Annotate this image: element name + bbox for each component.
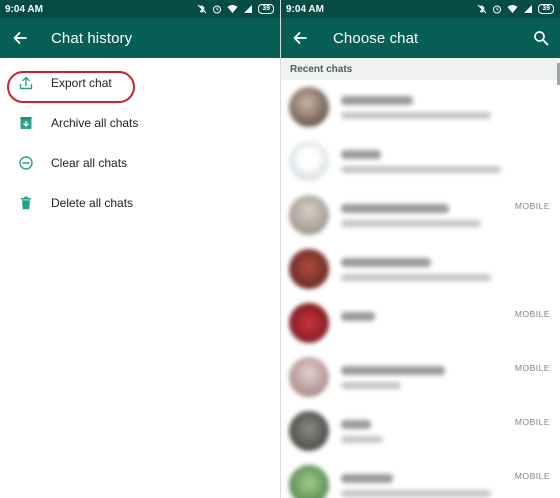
- chat-list: MOBILE MOBILE MOBILE MOBILE MOBILE: [281, 80, 560, 498]
- blurred-chat-preview: [341, 219, 481, 227]
- chat-row[interactable]: MOBILE: [281, 404, 560, 458]
- signal-icon: [524, 5, 533, 13]
- menu-item-archive-all-chats[interactable]: Archive all chats: [0, 103, 280, 143]
- back-arrow-icon: [293, 32, 307, 44]
- chat-text: [341, 95, 491, 119]
- blurred-chat-preview: [341, 111, 491, 119]
- blurred-chat-name: [341, 95, 413, 105]
- chat-text: [341, 203, 481, 227]
- blurred-chat-name: [341, 365, 445, 375]
- chat-row[interactable]: MOBILE: [281, 350, 560, 404]
- alarm-icon: [493, 5, 502, 14]
- section-header-recent-chats: Recent chats: [281, 58, 560, 80]
- menu-item-label: Clear all chats: [51, 156, 128, 170]
- blurred-chat-name: [341, 257, 431, 267]
- search-icon: [534, 31, 549, 46]
- chat-tag: MOBILE: [514, 417, 550, 427]
- chat-row[interactable]: MOBILE: [281, 188, 560, 242]
- app-bar: Choose chat: [281, 18, 560, 58]
- blurred-chat-name: [341, 311, 375, 321]
- status-time: 9:04 AM: [5, 3, 43, 15]
- chat-history-screen: 9:04 AM 39 Chat history Export chat Arch…: [0, 0, 280, 498]
- avatar: [289, 303, 329, 343]
- chat-tag: MOBILE: [514, 201, 550, 211]
- chat-tag: MOBILE: [514, 309, 550, 319]
- chat-history-menu: Export chat Archive all chats Clear all …: [0, 58, 280, 223]
- blurred-chat-name: [341, 473, 393, 483]
- chat-row[interactable]: [281, 134, 560, 188]
- avatar: [289, 465, 329, 498]
- menu-item-label: Delete all chats: [51, 196, 134, 210]
- status-icons: 39: [477, 4, 554, 14]
- clear-icon: [17, 154, 35, 172]
- chat-row[interactable]: [281, 80, 560, 134]
- status-bar: 9:04 AM 39: [0, 0, 280, 18]
- chat-tag: MOBILE: [514, 363, 550, 373]
- menu-item-clear-all-chats[interactable]: Clear all chats: [0, 143, 280, 183]
- search-button[interactable]: [530, 27, 552, 49]
- avatar: [289, 195, 329, 235]
- highlight-circle: [7, 71, 135, 103]
- chat-text: [341, 311, 375, 335]
- blurred-chat-preview: [341, 273, 491, 281]
- chat-text: [341, 149, 501, 173]
- chat-row[interactable]: MOBILE: [281, 458, 560, 498]
- chat-text: [341, 365, 445, 389]
- choose-chat-screen: 9:04 AM 39 Choose chat Recent chats MOBI…: [281, 0, 560, 498]
- blurred-chat-preview: [341, 435, 383, 443]
- avatar: [289, 249, 329, 289]
- chat-row[interactable]: MOBILE: [281, 296, 560, 350]
- delete-icon: [17, 194, 35, 212]
- status-time: 9:04 AM: [286, 3, 324, 15]
- signal-icon: [244, 5, 253, 13]
- battery-indicator: 39: [258, 4, 274, 14]
- back-arrow-icon: [13, 32, 27, 44]
- chat-tag: MOBILE: [514, 471, 550, 481]
- chat-text: [341, 257, 491, 281]
- page-title: Chat history: [51, 29, 133, 47]
- blurred-chat-name: [341, 419, 371, 429]
- alarm-icon: [213, 5, 222, 14]
- avatar: [289, 87, 329, 127]
- chat-row[interactable]: [281, 242, 560, 296]
- avatar: [289, 141, 329, 181]
- wifi-icon: [227, 5, 238, 13]
- archive-icon: [17, 114, 35, 132]
- wifi-icon: [507, 5, 518, 13]
- menu-item-delete-all-chats[interactable]: Delete all chats: [0, 183, 280, 223]
- blurred-chat-preview: [341, 165, 501, 173]
- app-bar: Chat history: [0, 18, 280, 58]
- menu-item-export-chat[interactable]: Export chat: [0, 63, 280, 103]
- status-bar: 9:04 AM 39: [281, 0, 560, 18]
- chat-text: [341, 473, 491, 497]
- back-button[interactable]: [9, 27, 31, 49]
- blurred-chat-preview: [341, 381, 401, 389]
- avatar: [289, 411, 329, 451]
- menu-item-label: Archive all chats: [51, 116, 139, 130]
- page-title: Choose chat: [333, 29, 419, 47]
- battery-indicator: 39: [538, 4, 554, 14]
- back-button[interactable]: [289, 27, 311, 49]
- blurred-chat-preview: [341, 489, 491, 497]
- blurred-chat-name: [341, 203, 449, 213]
- bluetooth-off-icon: [197, 4, 207, 14]
- blurred-chat-name: [341, 149, 381, 159]
- avatar: [289, 357, 329, 397]
- chat-text: [341, 419, 383, 443]
- bluetooth-off-icon: [477, 4, 487, 14]
- status-icons: 39: [197, 4, 274, 14]
